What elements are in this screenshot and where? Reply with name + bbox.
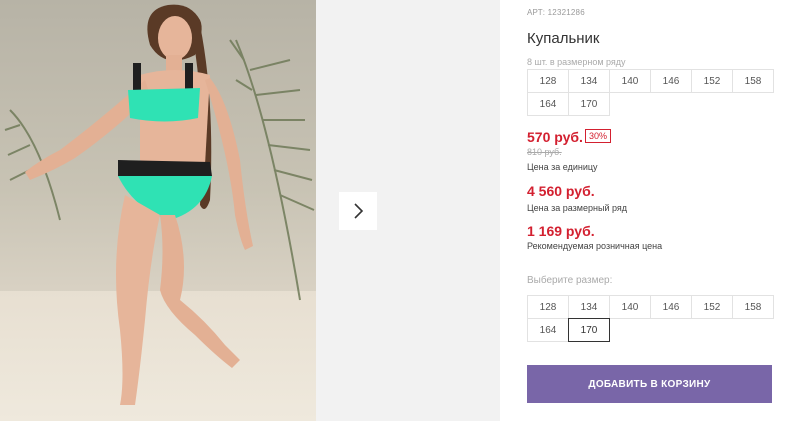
size-row-cell: 140 [609, 69, 651, 93]
old-price: 810 руб. [527, 147, 562, 157]
choose-size-label: Выберите размер: [527, 275, 613, 286]
size-option[interactable]: 152 [691, 295, 733, 319]
product-photo [0, 0, 316, 421]
size-option-selected[interactable]: 170 [568, 318, 610, 342]
product-article: АРТ: 12321286 [527, 8, 585, 17]
size-row-cell: 152 [691, 69, 733, 93]
size-row-cell: 164 [527, 92, 569, 116]
model-figure [25, 4, 253, 405]
size-option[interactable]: 134 [568, 295, 610, 319]
retail-price-label: Рекомендуемая розничная цена [527, 241, 663, 251]
retail-price: 1 169 руб. [527, 223, 595, 239]
discount-badge: 30% [585, 129, 612, 143]
size-row-cell: 128 [527, 69, 569, 93]
size-option[interactable]: 140 [609, 295, 651, 319]
size-option[interactable]: 146 [650, 295, 692, 319]
size-option[interactable]: 128 [527, 295, 569, 319]
size-row-grid: 128 134 140 146 152 158 164 170 [527, 69, 774, 116]
unit-price: 570 руб. [527, 129, 583, 145]
chevron-right-icon [354, 203, 364, 219]
size-row-cell: 146 [650, 69, 692, 93]
size-row-cell: 158 [732, 69, 774, 93]
size-row-cell: 134 [568, 69, 610, 93]
size-row-cell: 170 [568, 92, 610, 116]
row-price-label: Цена за размерный ряд [527, 203, 628, 213]
row-price: 4 560 руб. [527, 183, 595, 199]
size-selector: 128 134 140 146 152 158 164 170 [527, 295, 774, 342]
add-to-cart-button[interactable]: ДОБАВИТЬ В КОРЗИНУ [527, 365, 772, 403]
pack-note: 8 шт. в размерном ряду [527, 57, 626, 67]
unit-price-label: Цена за единицу [527, 162, 598, 172]
size-option[interactable]: 164 [527, 318, 569, 342]
product-title: Купальник [527, 30, 600, 47]
size-option[interactable]: 158 [732, 295, 774, 319]
gallery-next-button[interactable] [339, 192, 377, 230]
